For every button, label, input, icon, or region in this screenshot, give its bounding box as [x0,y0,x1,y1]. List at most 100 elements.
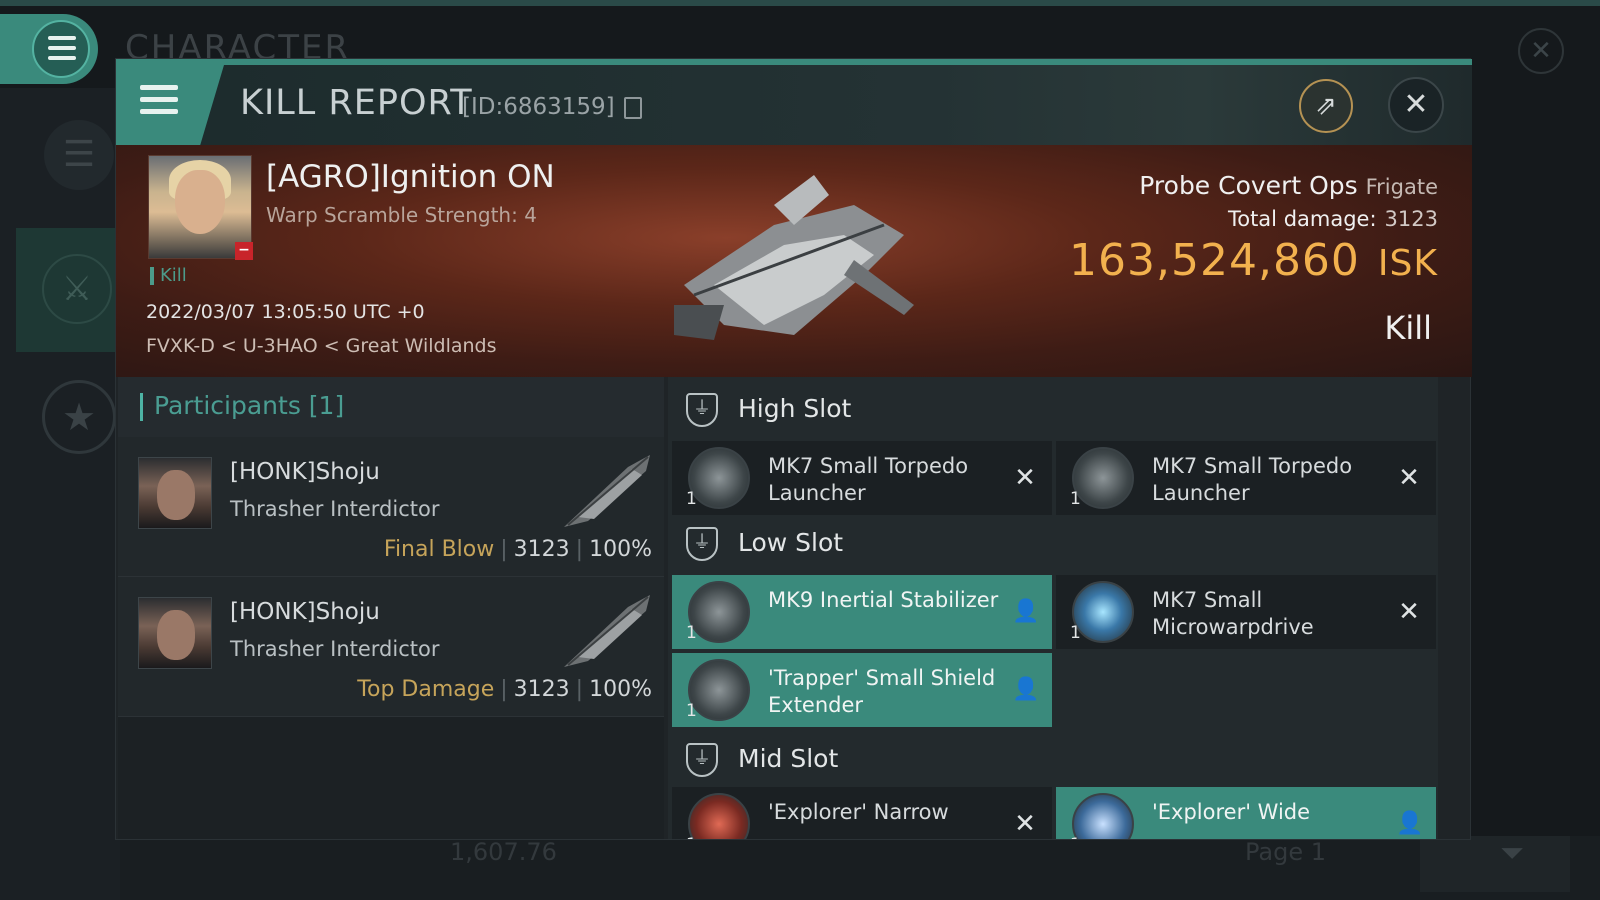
footer-value: 1,607.76 [450,838,557,866]
module-item[interactable]: 1 MK7 Small Torpedo Launcher ✕ [672,441,1052,515]
victim-subtitle: Warp Scramble Strength: 4 [266,203,537,227]
isk-unit: ISK [1377,243,1438,284]
scanner-probe-icon [1072,793,1134,839]
participant-ship-image [564,455,650,527]
module-item[interactable]: 1 'Trapper' Small Shield Extender 👤 [672,653,1052,727]
combat-tab[interactable]: ⚔ [16,228,120,352]
destroyed-icon: ✕ [1014,463,1036,493]
module-item[interactable]: 1 MK7 Small Microwarpdrive ✕ [1056,575,1436,649]
background-footer: 1,607.76 Page 1 ⏷ [120,836,1600,900]
report-id: [ID:6863159] [462,94,615,120]
participant-role: Top Damage [357,677,495,702]
shield-extender-icon [688,659,750,721]
participant-ship: Thrasher Interdictor [230,497,440,521]
victim-name[interactable]: [AGRO]Ignition ON [266,159,555,195]
module-qty: 1 [1070,489,1081,509]
module-qty: 1 [686,701,697,721]
low-slot-header: ⏚ Low Slot [668,511,1438,575]
module-item[interactable]: 1 MK9 Inertial Stabilizer 👤 [672,575,1052,649]
destroyed-icon: ✕ [1014,809,1036,839]
background-sidebar [0,88,120,900]
victim-avatar[interactable]: − [148,155,253,260]
filter-icon[interactable]: ⏷ [1420,836,1570,892]
crossed-swords-icon: ⚔ [42,254,112,324]
victim-ship-image[interactable] [654,165,924,355]
participant-name: [HONK]Shoju [230,599,380,625]
participant-damage: 3123 [513,677,570,702]
destroyed-icon: ✕ [1398,597,1420,627]
module-qty: 1 [686,623,697,643]
participant-role: Final Blow [383,537,495,562]
destroyed-icon: ✕ [1398,463,1420,493]
avatar[interactable] [138,457,212,529]
shield-slot-icon: ⏚ [686,743,718,777]
participant-name: [HONK]Shoju [230,459,380,485]
shield-slot-icon: ⏚ [686,393,718,427]
participant-stats: Final Blow | 3123 | 100% [383,537,652,562]
outcome-label: Kill [1384,309,1432,347]
kill-location[interactable]: FVXK-D < U-3HAO < Great Wildlands [146,335,497,357]
hamburger-icon [140,85,178,121]
dropped-person-icon: 👤 [1012,677,1040,702]
module-qty: 1 [1070,623,1081,643]
module-item[interactable]: 1 MK7 Small Torpedo Launcher ✕ [1056,441,1436,515]
participants-panel: Participants [1] [HONK]Shoju Thrasher In… [118,377,664,839]
shield-slot-icon: ⏚ [686,527,718,561]
total-damage-value: 3123 [1384,207,1438,231]
close-icon: ✕ [1403,87,1429,122]
copy-id-icon[interactable] [624,97,642,119]
inertial-stabilizer-icon [688,581,750,643]
page-title: KILL REPORT [240,83,473,123]
high-slot-label: High Slot [738,394,852,423]
torpedo-launcher-icon [688,447,750,509]
module-item[interactable]: 1 'Explorer' Narrow ✕ [672,787,1052,839]
external-link-icon: ⇗ [1315,91,1337,121]
close-button[interactable]: ✕ [1388,77,1444,133]
module-name: MK7 Small Microwarpdrive [1152,588,1314,639]
star-icon[interactable]: ★ [42,380,116,454]
high-slot-header: ⏚ High Slot [668,377,1438,441]
victim-ship-type[interactable]: Probe Covert Ops Frigate [1139,171,1438,200]
victim-summary: − [AGRO]Ignition ON Warp Scramble Streng… [116,145,1472,377]
kill-timestamp: 2022/03/07 13:05:50 UTC +0 [146,301,425,323]
participant-ship: Thrasher Interdictor [230,637,440,661]
total-damage: Total damage: 3123 [1228,207,1438,231]
participants-header[interactable]: Participants [1] [118,377,664,437]
module-item[interactable]: 1 'Explorer' Wide 👤 [1056,787,1436,839]
scanner-probe-icon [688,793,750,839]
module-name: 'Explorer' Narrow [768,800,949,824]
footer-page: Page 1 [1245,838,1326,866]
participant-ship-image [564,595,650,667]
hostile-badge-icon: − [235,242,253,260]
list-menu-icon[interactable]: ☰ [44,120,114,190]
share-button[interactable]: ⇗ [1299,79,1353,133]
avatar[interactable] [138,597,212,669]
dropped-person-icon: 👤 [1396,811,1424,836]
participant-row[interactable]: [HONK]Shoju Thrasher Interdictor Final B… [118,437,664,577]
module-name: 'Trapper' Small Shield Extender [768,666,996,717]
kill-report-header: KILL REPORT [ID:6863159] ⇗ ✕ [116,65,1472,145]
total-damage-label: Total damage: [1227,207,1377,231]
isk-amount: 163,524,860 [1069,235,1360,286]
mid-slot-label: Mid Slot [738,744,839,773]
module-qty: 1 [686,489,697,509]
isk-value: 163,524,860 ISK [1069,235,1438,286]
kill-tag: Kill [150,267,187,285]
module-name: MK7 Small Torpedo Launcher [768,454,969,505]
participant-percent: 100% [589,677,652,702]
low-slot-label: Low Slot [738,528,844,557]
torpedo-launcher-icon [1072,447,1134,509]
participant-row[interactable]: [HONK]Shoju Thrasher Interdictor Top Dam… [118,577,664,717]
module-name: 'Explorer' Wide [1152,800,1311,824]
ship-name: Probe Covert Ops [1139,171,1358,200]
participants-label: Participants [1] [154,391,345,420]
main-menu-button[interactable] [0,14,98,84]
background-close-icon[interactable]: ✕ [1518,28,1564,74]
participant-damage: 3123 [513,537,570,562]
dropped-person-icon: 👤 [1012,599,1040,624]
module-name: MK9 Inertial Stabilizer [768,588,999,612]
report-menu-button[interactable] [116,65,224,145]
mid-slot-header: ⏚ Mid Slot [668,727,1438,791]
ship-class: Frigate [1365,175,1438,199]
microwarpdrive-icon [1072,581,1134,643]
